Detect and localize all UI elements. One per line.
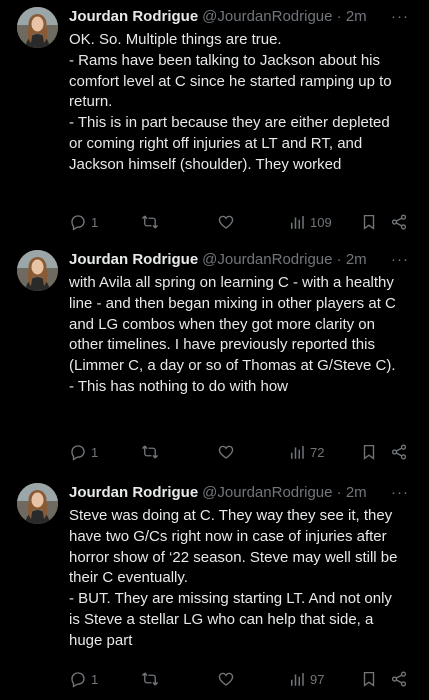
bookmark-button[interactable] bbox=[360, 441, 378, 463]
tweet-text: with Avila all spring on learning C - wi… bbox=[69, 274, 396, 395]
views-icon bbox=[291, 673, 304, 686]
author-name[interactable]: Jourdan Rodrigue bbox=[69, 484, 198, 501]
tweet[interactable]: Jourdan Rodrigue @JourdanRodrigue · 2m ··… bbox=[0, 0, 429, 243]
author-name[interactable]: Jourdan Rodrigue bbox=[69, 251, 198, 268]
retweet-icon bbox=[141, 215, 159, 229]
views-icon bbox=[291, 216, 304, 229]
author-handle[interactable]: @JourdanRodrigue · 2m bbox=[202, 484, 367, 501]
author-handle[interactable]: @JourdanRodrigue · 2m bbox=[202, 8, 367, 25]
reply-count: 1 bbox=[91, 671, 99, 687]
timestamp: 2m bbox=[345, 484, 367, 501]
views-count: 97 bbox=[310, 671, 325, 687]
avatar[interactable] bbox=[17, 7, 58, 48]
tweet-text: OK. So. Multiple things are true. - Rams… bbox=[69, 31, 392, 173]
retweet-button[interactable] bbox=[141, 211, 163, 233]
bookmark-icon bbox=[363, 444, 375, 460]
tweet-text: Steve was doing at C. They way they see … bbox=[69, 507, 398, 649]
share-button[interactable] bbox=[390, 211, 408, 233]
timestamp: 2m bbox=[345, 251, 367, 268]
share-icon bbox=[391, 671, 407, 687]
heart-icon bbox=[218, 445, 234, 459]
reply-button[interactable]: 1 bbox=[69, 211, 98, 233]
share-icon bbox=[391, 444, 407, 460]
heart-icon bbox=[218, 672, 234, 686]
heart-icon bbox=[218, 215, 234, 229]
share-button[interactable] bbox=[390, 668, 408, 690]
tweet-thread: Jourdan Rodrigue @JourdanRodrigue · 2m ··… bbox=[0, 0, 429, 700]
reply-icon bbox=[71, 672, 85, 688]
retweet-icon bbox=[141, 672, 159, 686]
reply-count: 1 bbox=[91, 214, 99, 230]
tweet[interactable]: Jourdan Rodrigue @JourdanRodrigue · 2m ··… bbox=[0, 243, 429, 476]
author-handle[interactable]: @JourdanRodrigue · 2m bbox=[202, 251, 367, 268]
views-button[interactable]: 97 bbox=[288, 668, 324, 690]
views-count: 109 bbox=[310, 214, 332, 230]
reply-icon bbox=[71, 445, 85, 461]
reply-count: 1 bbox=[91, 444, 99, 460]
tweet[interactable]: Jourdan Rodrigue @JourdanRodrigue · 2m ··… bbox=[0, 476, 429, 700]
tweet-header: Jourdan Rodrigue @JourdanRodrigue · 2m ··… bbox=[69, 250, 419, 272]
views-count: 72 bbox=[310, 444, 325, 460]
bookmark-icon bbox=[363, 671, 375, 687]
timestamp: 2m bbox=[345, 8, 367, 25]
author-name[interactable]: Jourdan Rodrigue bbox=[69, 8, 198, 25]
avatar[interactable] bbox=[17, 483, 58, 524]
share-button[interactable] bbox=[390, 441, 408, 463]
bookmark-button[interactable] bbox=[360, 668, 378, 690]
views-button[interactable]: 72 bbox=[288, 441, 324, 463]
retweet-button[interactable] bbox=[141, 668, 163, 690]
more-options-icon[interactable]: ··· bbox=[389, 483, 411, 503]
tweet-header: Jourdan Rodrigue @JourdanRodrigue · 2m ··… bbox=[69, 483, 419, 505]
more-options-icon[interactable]: ··· bbox=[389, 7, 411, 27]
reply-button[interactable]: 1 bbox=[69, 668, 98, 690]
tweet-actions: 1 109 bbox=[69, 211, 414, 233]
like-button[interactable] bbox=[217, 668, 239, 690]
tweet-header: Jourdan Rodrigue @JourdanRodrigue · 2m ··… bbox=[69, 7, 419, 29]
tweet-actions: 1 72 bbox=[69, 441, 414, 463]
like-button[interactable] bbox=[217, 441, 239, 463]
views-icon bbox=[291, 446, 304, 459]
avatar[interactable] bbox=[17, 250, 58, 291]
retweet-icon bbox=[141, 445, 159, 459]
share-icon bbox=[391, 214, 407, 230]
like-button[interactable] bbox=[217, 211, 239, 233]
more-options-icon[interactable]: ··· bbox=[389, 250, 411, 270]
views-button[interactable]: 109 bbox=[288, 211, 332, 233]
bookmark-button[interactable] bbox=[360, 211, 378, 233]
reply-icon bbox=[71, 215, 85, 231]
retweet-button[interactable] bbox=[141, 441, 163, 463]
reply-button[interactable]: 1 bbox=[69, 441, 98, 463]
tweet-actions: 1 97 bbox=[69, 668, 414, 690]
bookmark-icon bbox=[363, 214, 375, 230]
